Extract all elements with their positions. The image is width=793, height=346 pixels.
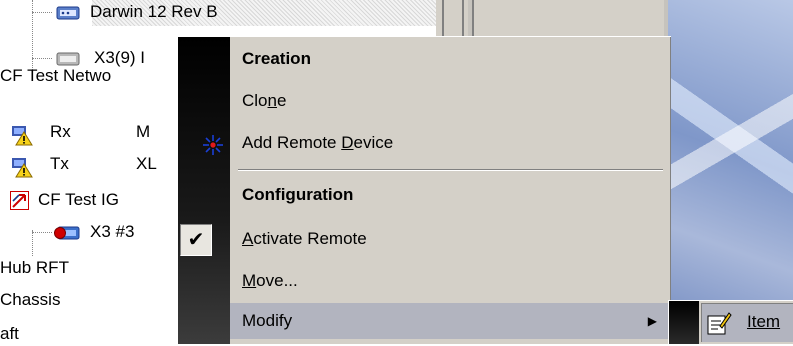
menu-header-label: Creation [242, 49, 311, 68]
red-arrows-icon [10, 191, 32, 210]
menu-item-label: Add Remote Device [242, 133, 394, 152]
menu-header-configuration: Configuration [230, 177, 669, 213]
tree-connector [32, 58, 52, 59]
device-icon [56, 4, 80, 20]
tree-item-tx[interactable]: Tx XL [0, 152, 180, 178]
menu-header-label: Configuration [242, 185, 354, 204]
menu-item-label: Clone [242, 91, 287, 110]
tree-item-chassis[interactable]: Chassis [0, 288, 180, 312]
menu-item-label: Move... [242, 271, 298, 290]
tree-item-label: Hub RFT [0, 258, 69, 277]
tree-item-darwin[interactable]: Darwin 12 Rev B [32, 0, 432, 24]
tree-item-hub-rft[interactable]: Hub RFT [0, 256, 180, 280]
menu-item-label: Modify [242, 311, 293, 330]
menu-header-creation: Creation [230, 41, 669, 77]
warning-device-icon [12, 126, 34, 146]
tree-connector [32, 232, 52, 233]
tree-item-label: Darwin 12 Rev B [90, 2, 218, 21]
submenu-item-item[interactable]: Item [701, 303, 793, 342]
menu-item-modify[interactable]: Modify ▶ [230, 303, 669, 339]
menu-item-clone[interactable]: Clone [230, 83, 669, 119]
submenu-modify: Item [668, 300, 793, 344]
menu-side-band [178, 37, 230, 344]
tree-item-column-value: XL [136, 154, 157, 173]
device-red-icon [54, 224, 80, 240]
menu-separator [238, 169, 663, 171]
tree-item-column-value: M [136, 122, 151, 141]
tree-item-label: Rx [50, 122, 71, 141]
sparkle-icon [202, 133, 223, 155]
submenu-arrow-icon: ▶ [647, 314, 657, 328]
tree-connector [32, 12, 52, 13]
tree-item-cf-test-ig[interactable]: CF Test IG [0, 188, 180, 212]
context-menu: Creation Clone Add Remote Device Configu… [177, 36, 671, 344]
tree-item-aft[interactable]: aft [0, 322, 180, 346]
tree-item-rx[interactable]: Rx M [0, 120, 180, 146]
tree-item-cf-test-network[interactable]: CF Test Netwo [0, 64, 180, 88]
submenu-item-label: Item [747, 312, 781, 331]
desktop-background [668, 0, 793, 343]
menu-item-move[interactable]: Move... [230, 263, 669, 299]
tree-item-label: CF Test IG [38, 190, 119, 209]
menu-item-activate-remote[interactable]: ✔ Activate Remote [180, 221, 669, 257]
menu-item-label: Activate Remote [242, 229, 367, 248]
tree-item-label: X3 #3 [90, 222, 135, 241]
tree-item-label: Tx [50, 154, 69, 173]
edit-document-icon [706, 310, 732, 336]
tree-item-label: aft [0, 324, 19, 343]
menu-item-add-remote-device[interactable]: Add Remote Device [203, 125, 669, 161]
checkmark-icon: ✔ [180, 224, 212, 256]
tree-item-label: CF Test Netwo [0, 66, 112, 85]
submenu-side-band [669, 301, 699, 344]
tree-item-label: Chassis [0, 290, 61, 309]
warning-device-icon [12, 158, 34, 178]
